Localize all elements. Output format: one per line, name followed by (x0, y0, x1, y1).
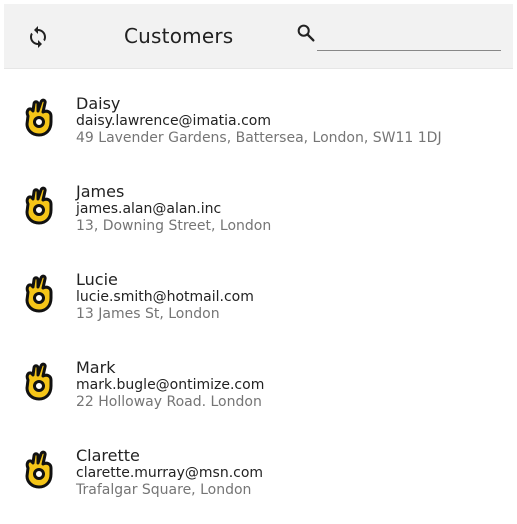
hand-ok-icon (22, 274, 56, 314)
list-item[interactable]: Mark mark.bugle@ontimize.com 22 Holloway… (0, 344, 517, 432)
hand-ok-icon (22, 450, 56, 490)
customer-list: Daisy daisy.lawrence@imatia.com 49 Laven… (0, 80, 517, 520)
customer-name: Mark (76, 358, 116, 377)
customer-address: 22 Holloway Road. London (76, 394, 262, 410)
list-item[interactable]: Lucie lucie.smith@hotmail.com 13 James S… (0, 256, 517, 344)
customer-email: james.alan@alan.inc (76, 201, 222, 217)
page-title: Customers (124, 24, 234, 48)
toolbar: Customers (4, 4, 513, 69)
customer-name: James (76, 182, 125, 201)
customer-address: 13 James St, London (76, 306, 220, 322)
search-icon (295, 22, 317, 44)
customer-email: lucie.smith@hotmail.com (76, 289, 254, 305)
customer-name: Daisy (76, 94, 121, 113)
customer-address: 13, Downing Street, London (76, 218, 272, 234)
customer-email: clarette.murray@msn.com (76, 465, 264, 481)
customer-name: Clarette (76, 446, 140, 465)
refresh-button[interactable] (26, 25, 50, 49)
list-item[interactable]: James james.alan@alan.inc 13, Downing St… (0, 168, 517, 256)
hand-ok-icon (22, 186, 56, 226)
hand-ok-icon (22, 98, 56, 138)
search-input[interactable] (317, 24, 501, 51)
customer-name: Lucie (76, 270, 118, 289)
customer-email: mark.bugle@ontimize.com (76, 377, 265, 393)
customer-address: Trafalgar Square, London (76, 482, 252, 498)
hand-ok-icon (22, 362, 56, 402)
customer-email: daisy.lawrence@imatia.com (76, 113, 271, 129)
refresh-icon (30, 26, 46, 48)
customer-address: 49 Lavender Gardens, Battersea, London, … (76, 130, 442, 146)
list-item[interactable]: Clarette clarette.murray@msn.com Trafalg… (0, 432, 517, 520)
list-item[interactable]: Daisy daisy.lawrence@imatia.com 49 Laven… (0, 80, 517, 168)
